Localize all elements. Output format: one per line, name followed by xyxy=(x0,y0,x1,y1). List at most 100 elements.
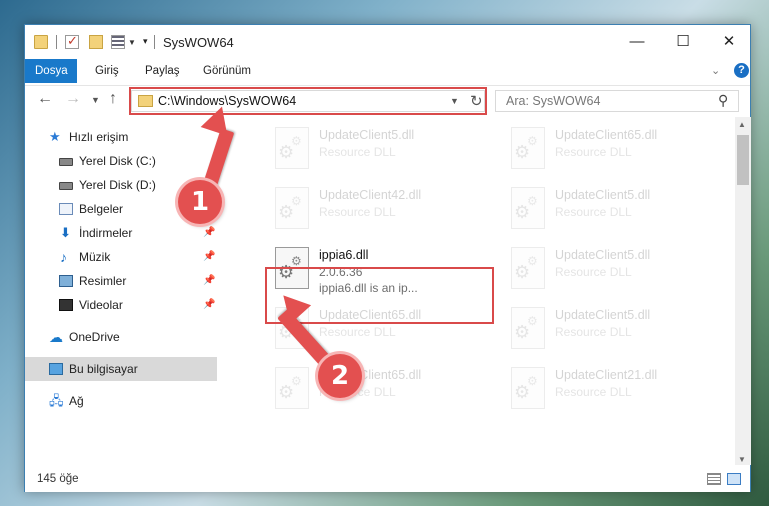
file-tile[interactable]: UpdateClient42.dll Resource DLL xyxy=(271,183,471,237)
file-name: ippia6.dll xyxy=(319,248,369,262)
file-description: Resource DLL xyxy=(555,265,632,279)
up-arrow-icon[interactable]: ↑ xyxy=(109,90,117,108)
sidebar-item-label: Bu bilgisayar xyxy=(69,362,138,376)
file-description: Resource DLL xyxy=(319,205,396,219)
sidebar-item-label: İndirmeler xyxy=(79,226,133,240)
sidebar-item-music[interactable]: ♪ Müzik 📌 xyxy=(25,245,217,269)
disk-icon xyxy=(59,158,73,166)
dll-file-icon xyxy=(275,367,309,409)
pictures-icon xyxy=(59,275,73,287)
file-tile[interactable]: UpdateClient5.dll Resource DLL xyxy=(507,303,707,357)
music-icon: ♪ xyxy=(60,249,67,265)
file-description: Resource DLL xyxy=(555,145,632,159)
file-name: UpdateClient5.dll xyxy=(555,248,651,262)
sidebar-item-this-pc[interactable]: Bu bilgisayar xyxy=(25,357,217,381)
pin-icon[interactable]: 📌 xyxy=(203,293,215,317)
maximize-button[interactable]: ☐ xyxy=(660,29,706,55)
rename-icon[interactable] xyxy=(111,35,125,49)
pin-icon[interactable]: 📌 xyxy=(203,221,215,245)
scroll-thumb[interactable] xyxy=(737,135,749,185)
file-description: Resource DLL xyxy=(555,325,632,339)
dll-file-icon xyxy=(275,127,309,169)
folder-icon[interactable] xyxy=(34,35,48,49)
tab-view[interactable]: Görünüm xyxy=(193,59,261,83)
status-bar: 145 öğe xyxy=(25,467,750,492)
sidebar-item-label: Müzik xyxy=(79,250,111,264)
recent-locations-icon[interactable]: ▼ xyxy=(91,95,100,105)
dll-file-icon xyxy=(275,187,309,229)
ribbon-tabs: Dosya Giriş Paylaş Görünüm ⌄ ? xyxy=(25,59,750,83)
minimize-button[interactable]: — xyxy=(614,29,660,55)
network-icon: 🖧 xyxy=(49,393,64,408)
dll-file-icon xyxy=(511,247,545,289)
file-tile[interactable]: UpdateClient21.dll Resource DLL xyxy=(507,363,707,417)
vertical-scrollbar[interactable]: ▲ ▼ xyxy=(735,117,751,465)
cloud-icon: ☁ xyxy=(49,329,63,345)
sidebar-item-onedrive[interactable]: ☁ OneDrive xyxy=(25,325,217,349)
file-description: Resource DLL xyxy=(555,385,632,399)
chevron-down-icon[interactable]: ▼ xyxy=(128,38,136,47)
documents-icon xyxy=(59,203,73,215)
file-tile[interactable]: UpdateClient5.dll Resource DLL xyxy=(271,123,471,177)
star-icon: ★ xyxy=(49,129,61,144)
sidebar-item-label: Videolar xyxy=(79,298,123,312)
address-highlight-box xyxy=(129,87,487,115)
item-count: 145 öğe xyxy=(37,473,79,485)
sidebar-item-downloads[interactable]: ⬇ İndirmeler 📌 xyxy=(25,221,217,245)
file-name: UpdateClient65.dll xyxy=(555,128,658,142)
window-title: SysWOW64 xyxy=(163,35,234,50)
file-name: UpdateClient5.dll xyxy=(555,308,651,322)
sidebar-item-disk-c[interactable]: Yerel Disk (C:) xyxy=(25,149,217,173)
sidebar-item-network[interactable]: 🖧 Ağ xyxy=(25,389,217,413)
sidebar-item-label: Ağ xyxy=(69,394,84,408)
file-tile[interactable]: UpdateClient5.dll Resource DLL xyxy=(507,183,707,237)
customize-toolbar-icon[interactable]: ▾ xyxy=(143,36,148,47)
file-description: Resource DLL xyxy=(319,145,396,159)
properties-check-icon[interactable] xyxy=(65,33,79,49)
scroll-down-icon[interactable]: ▼ xyxy=(738,455,746,464)
divider xyxy=(154,35,155,49)
pin-icon[interactable]: 📌 xyxy=(203,269,215,293)
sidebar-item-pictures[interactable]: Resimler 📌 xyxy=(25,269,217,293)
forward-arrow-icon[interactable]: → xyxy=(65,90,81,108)
dll-file-icon xyxy=(511,127,545,169)
help-icon[interactable]: ? xyxy=(734,63,749,78)
details-view-icon[interactable] xyxy=(707,473,721,485)
sidebar-item-label: Yerel Disk (C:) xyxy=(79,154,156,168)
file-tile[interactable]: UpdateClient65.dll Resource DLL xyxy=(507,123,707,177)
scroll-up-icon[interactable]: ▲ xyxy=(738,120,746,129)
navigation-pane: ★ Hızlı erişim Yerel Disk (C:) Yerel Dis… xyxy=(25,117,217,457)
dll-file-icon xyxy=(511,367,545,409)
file-name: UpdateClient5.dll xyxy=(555,188,651,202)
close-button[interactable]: ✕ xyxy=(706,29,752,55)
file-explorer-window: ▼ ▾ SysWOW64 — ☐ ✕ Dosya Giriş Paylaş Gö… xyxy=(24,24,751,492)
file-name: UpdateClient21.dll xyxy=(555,368,658,382)
sidebar-item-quick-access[interactable]: ★ Hızlı erişim xyxy=(25,125,217,149)
search-input[interactable]: Ara: SysWOW64 ⚲ xyxy=(495,90,739,112)
file-tile[interactable]: UpdateClient5.dll Resource DLL xyxy=(507,243,707,297)
back-arrow-icon[interactable]: ← xyxy=(37,90,53,108)
computer-icon xyxy=(49,363,63,375)
file-description: Resource DLL xyxy=(319,325,396,339)
file-description: Resource DLL xyxy=(555,205,632,219)
search-icon[interactable]: ⚲ xyxy=(718,92,728,109)
new-folder-icon[interactable] xyxy=(89,35,103,49)
tiles-view-icon[interactable] xyxy=(727,473,741,485)
tab-share[interactable]: Paylaş xyxy=(135,59,190,83)
tab-home[interactable]: Giriş xyxy=(85,59,129,83)
file-name: UpdateClient42.dll xyxy=(319,188,422,202)
tab-file[interactable]: Dosya xyxy=(25,59,77,83)
dll-file-icon xyxy=(511,307,545,349)
sidebar-item-label: Belgeler xyxy=(79,202,124,216)
file-name: UpdateClient5.dll xyxy=(319,128,415,142)
dll-file-icon xyxy=(511,187,545,229)
sidebar-item-videos[interactable]: Videolar 📌 xyxy=(25,293,217,317)
videos-icon xyxy=(59,299,73,311)
step-2-badge: 2 xyxy=(318,354,362,398)
sidebar-item-label: Resimler xyxy=(79,274,127,288)
pin-icon[interactable]: 📌 xyxy=(203,245,215,269)
step-1-badge: 1 xyxy=(178,180,222,224)
expand-ribbon-icon[interactable]: ⌄ xyxy=(711,64,720,77)
file-tile[interactable]: UpdateClient65.dll Resource DLL xyxy=(271,363,471,417)
downloads-icon: ⬇ xyxy=(60,225,71,240)
